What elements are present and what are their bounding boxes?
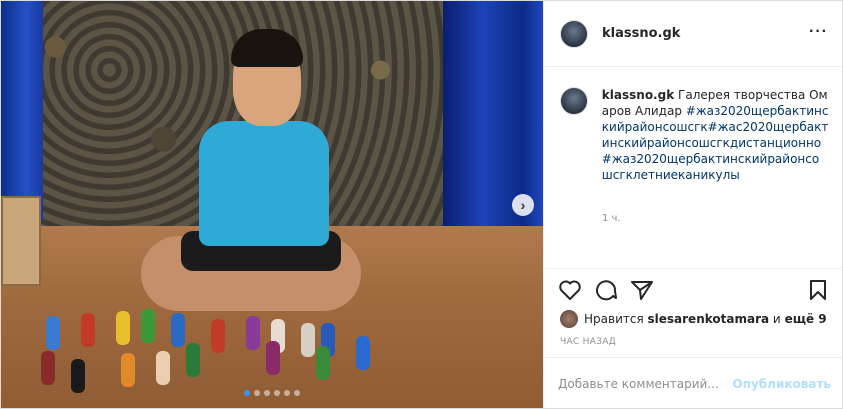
likes-and: и	[772, 312, 781, 326]
more-horizontal-icon[interactable]: ···	[809, 23, 828, 41]
author-avatar[interactable]	[560, 19, 588, 48]
post-photo[interactable]: ›	[1, 1, 543, 408]
chevron-right-icon: ›	[520, 197, 526, 213]
likes-others-link[interactable]: ещё 9	[785, 312, 827, 326]
comment-input[interactable]	[558, 376, 748, 391]
photo-toy	[46, 316, 60, 350]
bookmark-icon[interactable]	[808, 279, 828, 305]
post-timestamp: ЧАС НАЗАД	[560, 337, 617, 347]
liker-avatar[interactable]	[560, 310, 578, 328]
photo-kid-shirt	[199, 121, 329, 246]
carousel-dot	[264, 390, 270, 396]
carousel-next-button[interactable]: ›	[512, 194, 534, 216]
carousel-indicator	[1, 390, 543, 396]
photo-toy	[316, 346, 330, 380]
photo-toy	[266, 341, 280, 375]
carousel-dot	[294, 390, 300, 396]
photo-toy	[171, 313, 185, 347]
photo-toy	[81, 313, 95, 347]
heart-icon[interactable]	[558, 279, 582, 305]
liker-username[interactable]: slesarenkotamara	[648, 312, 770, 326]
photo-toy	[301, 323, 315, 357]
carousel-dot	[274, 390, 280, 396]
photo-toy	[246, 316, 260, 350]
caption-username[interactable]: klassno.gk	[602, 88, 674, 102]
caption-text-block: klassno.gk Галерея творчества Омаров Али…	[602, 87, 830, 183]
comment-box: Опубликовать	[544, 357, 843, 409]
post-caption: klassno.gk Галерея творчества Омаров Али…	[560, 87, 830, 183]
photo-toy	[41, 351, 55, 385]
photo-toy	[356, 336, 370, 370]
likes-prefix: Нравится	[584, 312, 644, 326]
photo-toy	[186, 343, 200, 377]
photo-curtain-left	[1, 1, 43, 221]
carousel-dot	[254, 390, 260, 396]
photo-toy	[116, 311, 130, 345]
photo-toy	[211, 319, 225, 353]
action-bar	[544, 268, 843, 308]
carousel-dot	[284, 390, 290, 396]
post-header: klassno.gk ···	[544, 1, 842, 67]
photo-box	[1, 196, 41, 286]
photo-toy	[156, 351, 170, 385]
instagram-post: › klassno.gk ··· klassno.gk Галерея твор…	[0, 0, 843, 409]
send-icon[interactable]	[630, 279, 654, 305]
caption-avatar[interactable]	[560, 87, 588, 115]
likes-summary: Нравится slesarenkotamara и ещё 9	[560, 310, 827, 328]
photo-toy	[141, 309, 155, 343]
photo-toy	[121, 353, 135, 387]
comment-icon[interactable]	[594, 279, 618, 305]
publish-button[interactable]: Опубликовать	[732, 377, 831, 391]
author-username[interactable]: klassno.gk	[602, 26, 680, 41]
post-side-panel: klassno.gk ··· klassno.gk Галерея творче…	[543, 1, 843, 409]
photo-toy	[71, 359, 85, 393]
carousel-dot-active	[244, 390, 250, 396]
caption-time: 1 ч.	[602, 213, 621, 224]
